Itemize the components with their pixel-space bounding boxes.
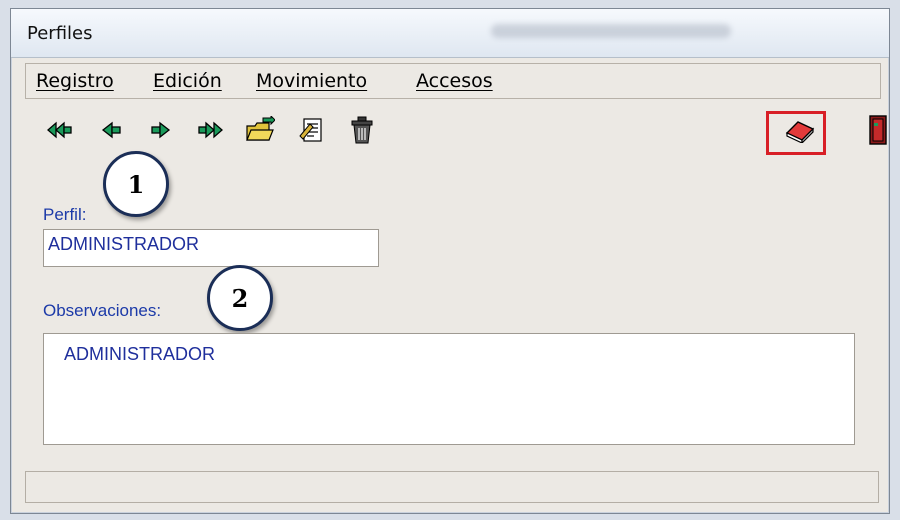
first-record-button[interactable]: [43, 113, 77, 147]
first-record-icon: [47, 121, 72, 139]
menu-accesos[interactable]: Accesos: [416, 70, 493, 92]
menu-edicion[interactable]: Edición: [153, 70, 222, 92]
callout-1: 1: [103, 151, 169, 217]
title-bar: Perfiles: [11, 9, 889, 58]
next-record-icon: [151, 121, 171, 139]
trash-icon: [351, 116, 373, 144]
perfil-label: Perfil:: [43, 205, 87, 224]
menu-bar: Registro Edición Movimiento Accesos: [25, 63, 881, 99]
next-record-button[interactable]: [143, 113, 177, 147]
perfil-input-value: ADMINISTRADOR: [48, 234, 200, 254]
menu-registro[interactable]: Registro: [36, 70, 114, 92]
new-folder-icon: [246, 116, 275, 141]
observaciones-textarea-value: ADMINISTRADOR: [64, 344, 216, 364]
perfiles-window: Perfiles Registro Edición Movimiento Acc…: [10, 8, 890, 514]
blurred-title-text: [491, 24, 731, 38]
new-record-button[interactable]: [243, 113, 277, 147]
exit-button[interactable]: [861, 113, 895, 147]
previous-record-icon: [101, 121, 121, 139]
toolbar: [25, 107, 887, 159]
observaciones-textarea[interactable]: ADMINISTRADOR: [43, 333, 855, 445]
clear-button-highlight: [766, 111, 826, 155]
exit-door-icon: [869, 115, 887, 145]
window-title: Perfiles: [27, 23, 93, 44]
menu-movimiento[interactable]: Movimiento: [256, 70, 367, 92]
perfil-input[interactable]: ADMINISTRADOR: [43, 229, 379, 267]
last-record-icon: [198, 121, 223, 139]
observaciones-label: Observaciones:: [43, 301, 162, 320]
edit-document-icon: [299, 118, 322, 142]
delete-record-button[interactable]: [345, 113, 379, 147]
previous-record-button[interactable]: [95, 113, 129, 147]
last-record-button[interactable]: [193, 113, 227, 147]
edit-record-button[interactable]: [295, 113, 329, 147]
status-bar: [25, 471, 879, 503]
callout-2: 2: [207, 265, 273, 331]
